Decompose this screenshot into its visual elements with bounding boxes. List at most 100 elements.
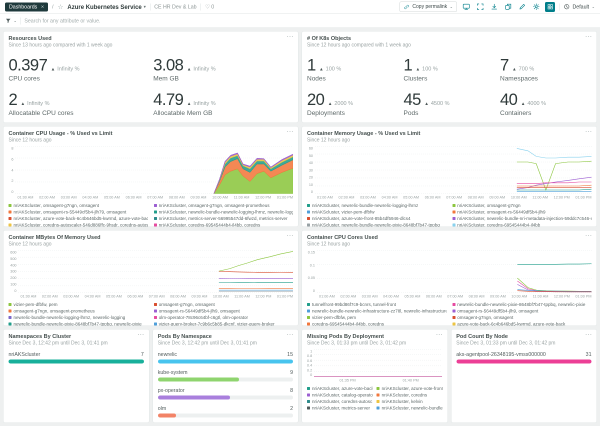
- panel-menu-icon[interactable]: ⋯: [585, 128, 592, 137]
- panel-menu-icon[interactable]: ⋯: [137, 331, 144, 340]
- legend-item[interactable]: nriAKScluster, newrelic-bundle-newrelic-…: [154, 210, 293, 215]
- legend-item[interactable]: newrelic-bundle-newrelic-infrastructure-…: [307, 309, 446, 314]
- legend-item[interactable]: nriAKScluster, kelvin: [377, 399, 443, 404]
- legend-swatch: [9, 323, 12, 326]
- legend-item[interactable]: nriAKScluster, azure-vote-front-85b4df59…: [307, 216, 446, 221]
- divider: [20, 17, 21, 24]
- legend-item[interactable]: newrelic-bundle-newrelic-logging-lhrnz, …: [9, 315, 148, 320]
- legend-item[interactable]: nriAKScluster, omsagent-rs-56449df5b4-jl…: [452, 210, 591, 215]
- panel-title: Container Memory Usage - % Used vs Limit: [307, 131, 592, 138]
- legend-item[interactable]: coredns-69545444b4-jl4bb, coredns: [307, 322, 446, 327]
- legend-item[interactable]: nriAKScluster, coredns-autoscaler: [307, 399, 373, 404]
- legend-item[interactable]: omsagent-g7ngn, omsagent: [154, 302, 293, 307]
- legend-item[interactable]: olm-operator-78c96c64bf-c6gtl, olm-opera…: [154, 315, 293, 320]
- x-axis-tick: 11:00 AM: [234, 294, 250, 299]
- legend-item[interactable]: vizier-pem-dfbfw, pem: [307, 315, 446, 320]
- legend-item[interactable]: nriAKScluster, vizier-pem-dfbfw: [307, 210, 446, 215]
- legend-item[interactable]: nriAKScluster, omsagent-g7ngn: [452, 203, 591, 208]
- legend-item[interactable]: nriAKScluster, coredns-autoscaler-546d88…: [9, 223, 148, 228]
- bar-row[interactable]: newrelic15: [158, 352, 293, 364]
- legend-item[interactable]: newrelic-bundle-newrelic-pixie-8648bf7b4…: [452, 302, 591, 307]
- bar-chart: nriAKScluster7: [9, 352, 144, 364]
- legend-swatch: [452, 323, 455, 326]
- x-axis-tick: 03:00 AM: [61, 195, 77, 200]
- bar-row[interactable]: nriAKScluster7: [9, 352, 144, 364]
- dashboards-tab[interactable]: Dashboards ×: [5, 2, 48, 11]
- favorite-star-icon[interactable]: ☆: [58, 3, 64, 11]
- legend-item[interactable]: omsagent-rs-56449df5b4-jlh9, omsagent: [452, 309, 591, 314]
- grid-view-button[interactable]: [545, 2, 555, 12]
- legend-item[interactable]: nriAKScluster, azure-vote-back: [307, 386, 373, 391]
- metric-label: Nodes: [307, 75, 399, 83]
- legend-item[interactable]: omsagent-g7ngn, omsagent: [452, 315, 591, 320]
- legend-item[interactable]: omsagent-g7ngn, omsagent-prometheus: [9, 309, 148, 314]
- favorite-count[interactable]: ♡ 0: [205, 4, 214, 10]
- legend-item[interactable]: newrelic-bundle-newrelic-pixie-8648bf7b4…: [9, 322, 148, 327]
- edit-button[interactable]: [517, 2, 527, 12]
- x-axis-tick: 08:00 AM: [468, 195, 484, 200]
- legend-item[interactable]: nriAKScluster, azure-vote-back-6c4b646bd…: [9, 216, 148, 221]
- billboard-metrics: 0.397▲Infinity %CPU cores3.08▲Infinity %…: [9, 57, 294, 117]
- panel-menu-icon[interactable]: ⋯: [287, 232, 294, 241]
- legend-swatch: [154, 323, 157, 326]
- panel-menu-icon[interactable]: ⋯: [585, 232, 592, 241]
- panel-menu-icon[interactable]: ⋯: [585, 331, 592, 340]
- y-axis-tick: 200: [10, 276, 16, 281]
- metric-label: Clusters: [404, 75, 496, 83]
- metric-value-row: 1▲100 %: [307, 57, 399, 74]
- legend-item[interactable]: tunnelfront-99bd86f7c9-bcnrs, tunnel-fro…: [307, 302, 446, 307]
- panel-menu-icon[interactable]: ⋯: [287, 33, 294, 42]
- metric-label: Containers: [500, 109, 592, 117]
- dashboard-title-dropdown[interactable]: Azure Kubernetes Service ▾: [67, 3, 145, 10]
- panel-menu-icon[interactable]: ⋯: [585, 33, 592, 42]
- panel-menu-icon[interactable]: ⋯: [287, 128, 294, 137]
- bar-row[interactable]: olm2: [158, 406, 293, 418]
- legend-label: nriAKScluster, coredns: [382, 393, 428, 398]
- legend-item[interactable]: nriAKScluster, omsagent-rs-55449cf5b4-jl…: [9, 210, 148, 215]
- panel-menu-icon[interactable]: ⋯: [436, 331, 443, 340]
- panel-k8s-objects: ⋯ # Of K8s Objects Since 12 hours ago co…: [302, 31, 598, 123]
- legend-item[interactable]: nriAKScluster, omsagent-g7ngn, omsagent: [9, 203, 148, 208]
- search-input[interactable]: [23, 17, 595, 24]
- bar-row[interactable]: px-operator8: [158, 388, 293, 400]
- panel-menu-icon[interactable]: ⋯: [287, 331, 294, 340]
- legend-item[interactable]: nriAKScluster, newrelic-bundle-newrelic-…: [307, 203, 446, 208]
- legend-item[interactable]: nriAKScluster, coredns-69545444b4-jl4bb: [452, 223, 591, 228]
- duplicate-button[interactable]: [503, 2, 513, 12]
- legend-label: nriAKScluster, metrics-server-56995547dd…: [159, 216, 288, 221]
- legend-item[interactable]: vizier-query-broker-7c9b6c5b85-dkcnf, vi…: [154, 322, 293, 327]
- legend-item[interactable]: vizier-pem-dfbfw, pem: [9, 302, 148, 307]
- legend-swatch: [9, 303, 12, 306]
- expand-button[interactable]: [475, 2, 485, 12]
- metric-label: Mem GB: [153, 75, 293, 83]
- legend-swatch: [307, 407, 310, 410]
- legend-item[interactable]: omsagent-rs-56449df5b4-jlh9, omsagent: [154, 309, 293, 314]
- metric-value: 0.397: [9, 57, 48, 74]
- export-button[interactable]: [489, 2, 499, 12]
- legend-item[interactable]: nriAKScluster, metrics-server-56995547dd…: [154, 216, 293, 221]
- filter-button[interactable]: ⌄: [5, 18, 17, 25]
- legend-item[interactable]: azure-vote-back-6c4b646bd5-kwrmd, azure-…: [452, 322, 591, 327]
- metric-label: Pods: [404, 109, 496, 117]
- y-axis-tick: 30: [309, 168, 313, 173]
- y-axis-tick: 0: [14, 288, 16, 293]
- legend-item[interactable]: nriAKScluster, coredns-69545444b4-jl4bb,…: [154, 223, 293, 228]
- legend-item[interactable]: nriAKScluster, newrelic-bundle-newrelic-…: [377, 406, 443, 411]
- bar-row[interactable]: aks-agentpool-26348195-vmss00000031: [456, 352, 591, 364]
- metric-delta: 2000 %: [334, 101, 353, 107]
- legend-item[interactable]: nriAKScluster, newrelic-bundle-nri-metad…: [452, 216, 591, 221]
- legend-item[interactable]: nriAKScluster, omsagent-g7ngn, omsagent-…: [154, 203, 293, 208]
- settings-button[interactable]: [531, 2, 541, 12]
- bar-value: 31: [586, 352, 592, 358]
- legend-item[interactable]: nriAKScluster, newrelic-bundle-newrelic-…: [307, 223, 446, 228]
- tv-mode-button[interactable]: [461, 2, 471, 12]
- legend-swatch: [452, 217, 455, 220]
- copy-permalink-button[interactable]: Copy permalink ⌄: [399, 2, 457, 13]
- legend-item[interactable]: nriAKScluster, azure-vote-front: [377, 386, 443, 391]
- close-icon[interactable]: ×: [41, 4, 44, 10]
- time-picker[interactable]: Default ⌄: [564, 4, 595, 11]
- legend-item[interactable]: nriAKScluster, metrics-server: [307, 406, 373, 411]
- legend-item[interactable]: nriAKScluster, catalog-operator: [307, 393, 373, 398]
- bar-row[interactable]: kube-system9: [158, 370, 293, 382]
- legend-item[interactable]: nriAKScluster, coredns: [377, 393, 443, 398]
